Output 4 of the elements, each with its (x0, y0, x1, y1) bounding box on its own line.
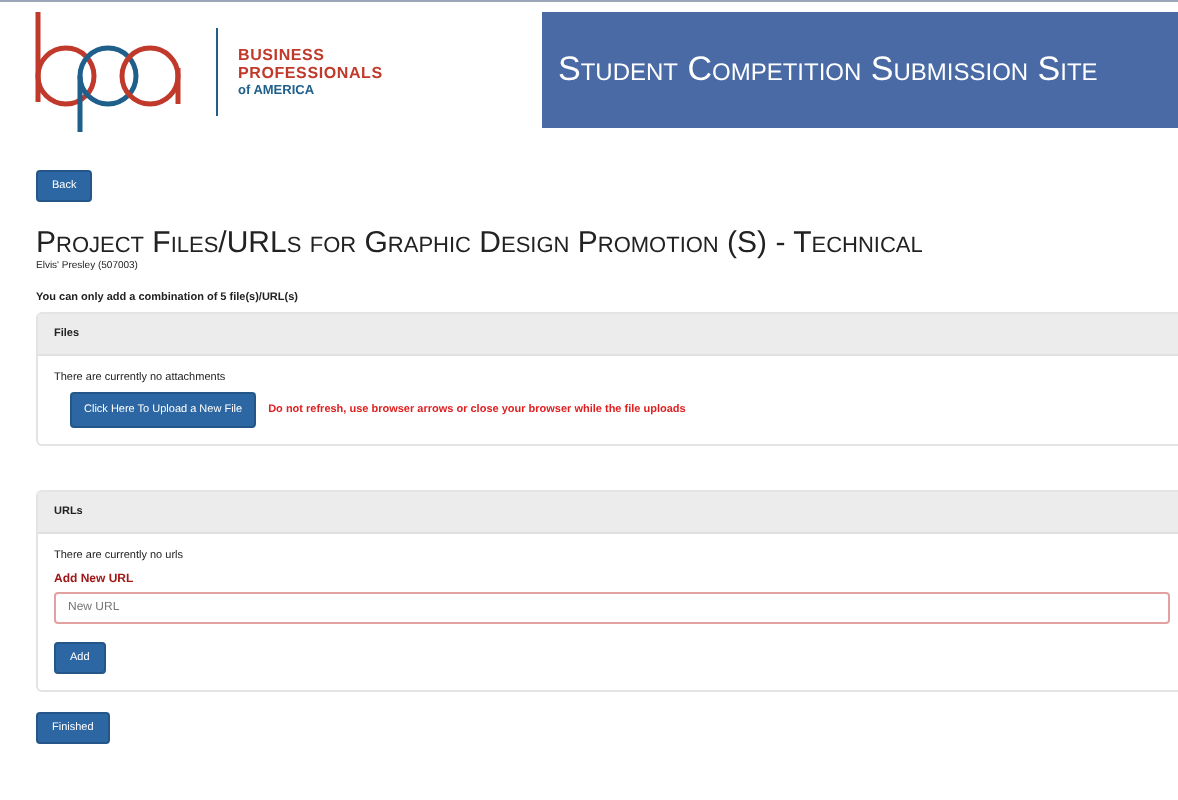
page-title: Project Files/URLs for Graphic Design Promotion (S) - Technical (36, 226, 925, 260)
site-title: Student Competition Submission Site (542, 12, 1178, 128)
org-name-line: BUSINESS (238, 45, 327, 63)
org-name-line: PROFESSIONALS (238, 63, 383, 81)
